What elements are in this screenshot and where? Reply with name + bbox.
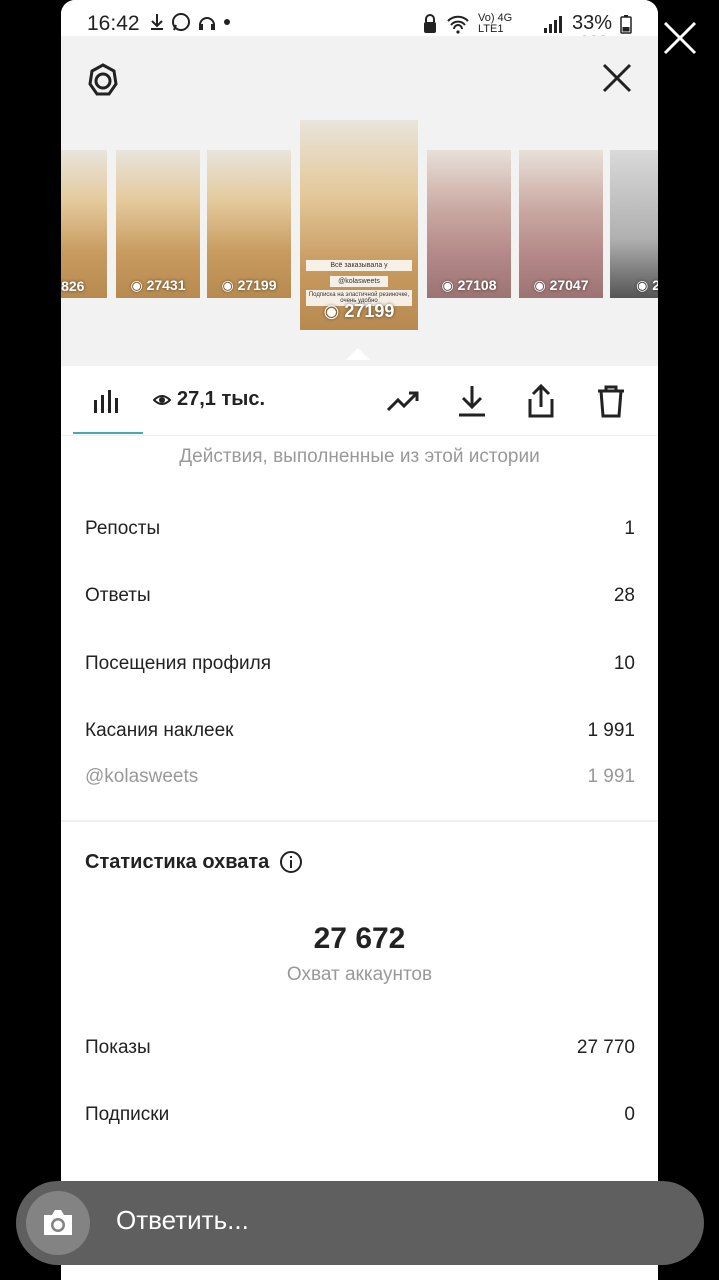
- thumbnail-view-count: ◉ 27199: [221, 277, 277, 293]
- signal-icon: [543, 15, 562, 33]
- selected-pointer: [346, 348, 370, 360]
- status-time: 16:42: [87, 12, 140, 35]
- story-header: 27826 ◉ 27431 ◉ 27199 Всё заказывала у @…: [61, 36, 658, 366]
- network-label: Vo) 4G LTE1: [477, 11, 513, 35]
- camera-icon: [44, 1210, 72, 1235]
- stat-value: 0: [624, 1104, 635, 1125]
- eye-icon: ◉: [323, 301, 345, 321]
- stat-row-follows: Подписки 0: [85, 1104, 635, 1134]
- reply-input[interactable]: Ответить...: [116, 1205, 249, 1236]
- story-thumbnails: 27826 ◉ 27431 ◉ 27199 Всё заказывала у @…: [61, 120, 658, 330]
- download-button[interactable]: [454, 383, 490, 419]
- stat-row-replies: Ответы 28: [85, 585, 635, 615]
- stat-label: Касания наклеек: [85, 720, 234, 741]
- stat-row-mention[interactable]: @kolasweets 1 991: [85, 766, 635, 796]
- insights-toolbar: 27,1 тыс.: [61, 366, 658, 436]
- stat-label: Подписки: [85, 1104, 170, 1125]
- section-divider: [61, 820, 658, 822]
- promote-button[interactable]: [385, 383, 421, 419]
- reach-title-text: Статистика охвата: [85, 850, 270, 873]
- stat-value: 28: [613, 585, 635, 606]
- whatsapp-icon: [172, 13, 190, 31]
- story-mention-sticker: @kolasweets: [330, 276, 388, 287]
- lock-icon: [423, 13, 436, 33]
- thumbnail-view-count: ◉ 27431: [130, 277, 186, 293]
- stat-label: Репосты: [85, 518, 161, 539]
- stat-row-sticker-taps: Касания наклеек 1 991: [85, 720, 635, 750]
- stat-value: 1 991: [587, 720, 635, 741]
- story-thumbnail[interactable]: ◉ 27047: [519, 150, 603, 298]
- status-left-icons: [149, 12, 231, 32]
- stat-value: 1: [624, 518, 635, 539]
- eye-icon: ◉: [130, 277, 147, 293]
- story-caption: Всё заказывала у: [306, 260, 412, 271]
- story-thumbnail[interactable]: ◉ 27199: [207, 150, 291, 298]
- settings-button[interactable]: [83, 60, 123, 100]
- download-status-icon: [151, 14, 163, 30]
- thumbnail-view-count: ◉ 27199: [323, 301, 395, 321]
- gear-icon: [88, 63, 118, 96]
- stat-row-profile-visits: Посещения профиля 10: [85, 653, 635, 683]
- thumbnail-view-count: ◉ 27: [636, 277, 658, 293]
- stat-row-impressions: Показы 27 770: [85, 1037, 635, 1067]
- story-thumbnail[interactable]: ◉ 27108: [427, 150, 511, 298]
- share-icon: [528, 383, 554, 418]
- outer-close-button[interactable]: [660, 18, 700, 58]
- stat-row-reposts: Репосты 1: [85, 518, 635, 548]
- eye-icon: ◉: [441, 277, 458, 293]
- trash-icon: [598, 385, 624, 418]
- close-insights-button[interactable]: [597, 58, 637, 98]
- insights-icon: [94, 390, 118, 413]
- stat-label: Посещения профиля: [85, 653, 271, 674]
- delete-button[interactable]: [593, 383, 629, 419]
- stat-label: Показы: [85, 1037, 151, 1058]
- share-button[interactable]: [523, 383, 559, 419]
- accounts-reached-value: 27 672: [313, 922, 406, 955]
- download-icon: [459, 386, 485, 417]
- stat-value: 27 770: [576, 1037, 635, 1058]
- camera-button[interactable]: [26, 1191, 90, 1255]
- actions-subtitle: Действия, выполненные из этой истории: [179, 446, 540, 467]
- story-thumbnail[interactable]: 27826: [61, 150, 107, 298]
- battery-icon: [620, 14, 632, 34]
- thumbnail-view-count: 27826: [61, 278, 85, 294]
- viewers-tab[interactable]: 27,1 тыс.: [153, 388, 265, 411]
- eye-icon: [153, 394, 171, 405]
- stat-value: 10: [613, 653, 635, 674]
- active-tab-indicator: [73, 432, 143, 434]
- view-count: 27,1 тыс.: [177, 388, 266, 410]
- close-icon: [663, 21, 697, 55]
- thumbnail-view-count: ◉ 27108: [441, 277, 497, 293]
- accounts-reached-label: Охват аккаунтов: [286, 964, 433, 985]
- story-thumbnail[interactable]: ◉ 27431: [116, 150, 200, 298]
- eye-icon: ◉: [533, 277, 550, 293]
- reply-bar[interactable]: Ответить...: [16, 1181, 704, 1265]
- insights-tab[interactable]: [91, 386, 121, 416]
- story-insights-panel: 16:42 Vo) 4G LTE1 33% ●●●: [61, 0, 658, 1280]
- stat-label: Ответы: [85, 585, 151, 606]
- close-icon: [602, 63, 632, 93]
- story-thumbnail-selected[interactable]: Всё заказывала у @kolasweets Подписка на…: [300, 120, 418, 330]
- info-icon[interactable]: [279, 850, 303, 874]
- headset-icon: [199, 17, 215, 30]
- dot-icon: [224, 19, 230, 25]
- stat-value: 1 991: [587, 766, 635, 787]
- reach-section-title: Статистика охвата: [85, 850, 303, 874]
- wifi-icon: [447, 15, 469, 34]
- eye-icon: ◉: [636, 277, 653, 293]
- mention-label[interactable]: @kolasweets: [85, 766, 198, 788]
- story-thumbnail[interactable]: ◉ 27: [610, 150, 658, 298]
- eye-icon: ◉: [221, 277, 238, 293]
- trend-icon: [386, 391, 419, 412]
- thumbnail-view-count: ◉ 27047: [533, 277, 589, 293]
